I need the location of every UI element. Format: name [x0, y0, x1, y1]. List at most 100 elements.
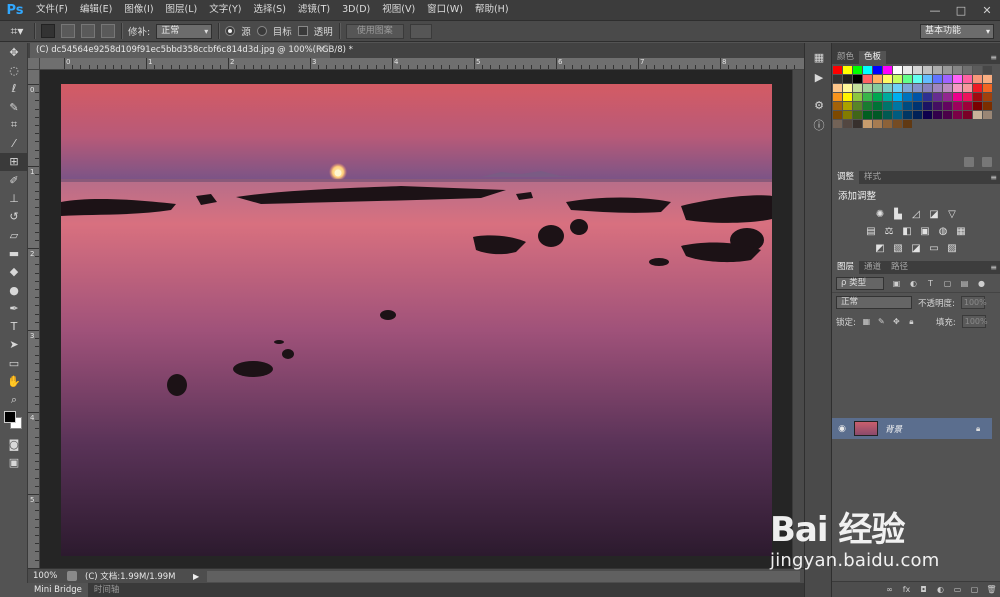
layer-row-background[interactable]: ◉ 背景 🔒︎ — [832, 418, 992, 439]
panel-menu-icon[interactable]: ≡ — [990, 261, 997, 274]
zoom-level[interactable]: 100% — [33, 571, 59, 581]
tab-swatches[interactable]: 色板 — [859, 51, 887, 64]
color-swatch[interactable] — [883, 120, 892, 128]
menu-filter[interactable]: 滤镜(T) — [292, 0, 336, 20]
color-swatch[interactable] — [883, 93, 892, 101]
curves-icon[interactable]: ◿ — [910, 209, 922, 220]
color-swatch[interactable] — [873, 111, 882, 119]
close-document-icon[interactable]: × — [319, 43, 326, 58]
horizontal-ruler[interactable]: 0 1 2 3 4 5 6 7 8 — [40, 58, 804, 70]
quick-selection-tool-icon[interactable]: ✎ — [0, 98, 28, 116]
panel-menu-icon[interactable]: ≡ — [990, 171, 997, 184]
document-tab[interactable]: (C) dc54564e9258d109f91ec5bbd358ccbf6c81… — [30, 43, 353, 58]
color-swatch[interactable] — [963, 102, 972, 110]
color-swatch[interactable] — [903, 75, 912, 83]
color-swatch[interactable] — [963, 75, 972, 83]
color-swatch[interactable] — [953, 66, 962, 74]
tab-mini-bridge[interactable]: Mini Bridge — [28, 583, 88, 597]
eraser-tool-icon[interactable]: ▱ — [0, 226, 28, 244]
properties-panel-icon[interactable]: ⚙ — [805, 95, 833, 115]
selective-color-icon[interactable]: ▨ — [946, 243, 958, 254]
new-layer-icon[interactable]: ▢ — [970, 585, 979, 594]
color-swatch[interactable] — [923, 66, 932, 74]
color-swatch[interactable] — [863, 84, 872, 92]
blend-mode-select[interactable]: 正常 — [836, 296, 912, 309]
color-lookup-icon[interactable]: ▦ — [955, 226, 967, 237]
maximize-button[interactable]: □ — [948, 0, 974, 20]
color-swatch[interactable] — [913, 93, 922, 101]
tab-paths[interactable]: 路径 — [886, 261, 913, 274]
minimize-button[interactable]: — — [922, 0, 948, 20]
color-swatch[interactable] — [953, 84, 962, 92]
color-swatch[interactable] — [843, 75, 852, 83]
color-swatch[interactable] — [853, 111, 862, 119]
color-swatch[interactable] — [943, 102, 952, 110]
threshold-icon[interactable]: ◪ — [910, 243, 922, 254]
tab-styles[interactable]: 样式 — [859, 171, 886, 184]
color-balance-icon[interactable]: ⚖ — [883, 226, 895, 237]
eyedropper-tool-icon[interactable]: ⁄ — [0, 134, 28, 152]
color-swatch[interactable] — [943, 111, 952, 119]
color-swatch[interactable] — [863, 66, 872, 74]
brush-tool-icon[interactable]: ✐ — [0, 171, 28, 189]
patch-tool-icon[interactable]: ⊞ — [0, 152, 28, 172]
color-swatch[interactable] — [893, 102, 902, 110]
menu-select[interactable]: 选择(S) — [247, 0, 291, 20]
ruler-origin[interactable] — [28, 58, 40, 70]
color-swatch[interactable] — [953, 102, 962, 110]
color-swatch[interactable] — [833, 111, 842, 119]
color-swatch[interactable] — [913, 66, 922, 74]
color-swatch[interactable] — [943, 66, 952, 74]
color-swatch[interactable] — [833, 75, 842, 83]
black-white-icon[interactable]: ◧ — [901, 226, 913, 237]
type-tool-icon[interactable]: T — [0, 317, 28, 335]
color-swatch[interactable] — [903, 84, 912, 92]
menu-type[interactable]: 文字(Y) — [203, 0, 247, 20]
color-swatch[interactable] — [873, 84, 882, 92]
color-swatch[interactable] — [903, 66, 912, 74]
add-to-selection-button[interactable] — [61, 24, 75, 38]
levels-icon[interactable]: ▙ — [892, 209, 904, 220]
color-swatch[interactable] — [833, 66, 842, 74]
color-swatch[interactable] — [943, 93, 952, 101]
hand-tool-icon[interactable]: ✋ — [0, 372, 28, 390]
tab-adjustments[interactable]: 调整 — [832, 171, 860, 184]
move-tool-icon[interactable]: ✥ — [0, 43, 28, 61]
color-swatch[interactable] — [913, 75, 922, 83]
color-swatch[interactable] — [833, 84, 842, 92]
zoom-tool-icon[interactable]: ⌕ — [0, 391, 28, 409]
filter-toggle-icon[interactable]: ● — [977, 279, 986, 288]
color-swatch[interactable] — [873, 102, 882, 110]
color-swatch[interactable] — [893, 75, 902, 83]
exposure-icon[interactable]: ◪ — [928, 209, 940, 220]
color-swatch[interactable] — [863, 102, 872, 110]
color-swatch[interactable] — [983, 102, 992, 110]
intersect-selection-button[interactable] — [101, 24, 115, 38]
color-swatch[interactable] — [923, 75, 932, 83]
color-swatch[interactable] — [903, 120, 912, 128]
color-swatch[interactable] — [883, 102, 892, 110]
fill-field[interactable]: 100% — [961, 315, 988, 328]
color-swatch[interactable] — [933, 111, 942, 119]
posterize-icon[interactable]: ▧ — [892, 243, 904, 254]
layer-name[interactable]: 背景 — [885, 423, 976, 435]
new-swatch-icon[interactable] — [964, 157, 974, 167]
color-swatch[interactable] — [873, 66, 882, 74]
tab-timeline[interactable]: 时间轴 — [88, 583, 126, 597]
menu-view[interactable]: 视图(V) — [376, 0, 421, 20]
filter-pixel-icon[interactable]: ▣ — [892, 279, 901, 288]
color-swatch[interactable] — [953, 93, 962, 101]
color-swatch[interactable] — [853, 93, 862, 101]
color-swatch[interactable] — [963, 66, 972, 74]
color-swatch[interactable] — [953, 111, 962, 119]
color-swatch[interactable] — [843, 84, 852, 92]
color-swatch[interactable] — [833, 120, 842, 128]
color-swatch[interactable] — [853, 66, 862, 74]
brightness-contrast-icon[interactable]: ✺ — [874, 209, 886, 220]
menu-window[interactable]: 窗口(W) — [421, 0, 469, 20]
color-swatch[interactable] — [923, 84, 932, 92]
new-adjustment-layer-icon[interactable]: ◐ — [936, 585, 945, 594]
blur-tool-icon[interactable]: ◆ — [0, 263, 28, 281]
source-radio[interactable] — [225, 26, 236, 36]
color-swatch[interactable] — [913, 102, 922, 110]
